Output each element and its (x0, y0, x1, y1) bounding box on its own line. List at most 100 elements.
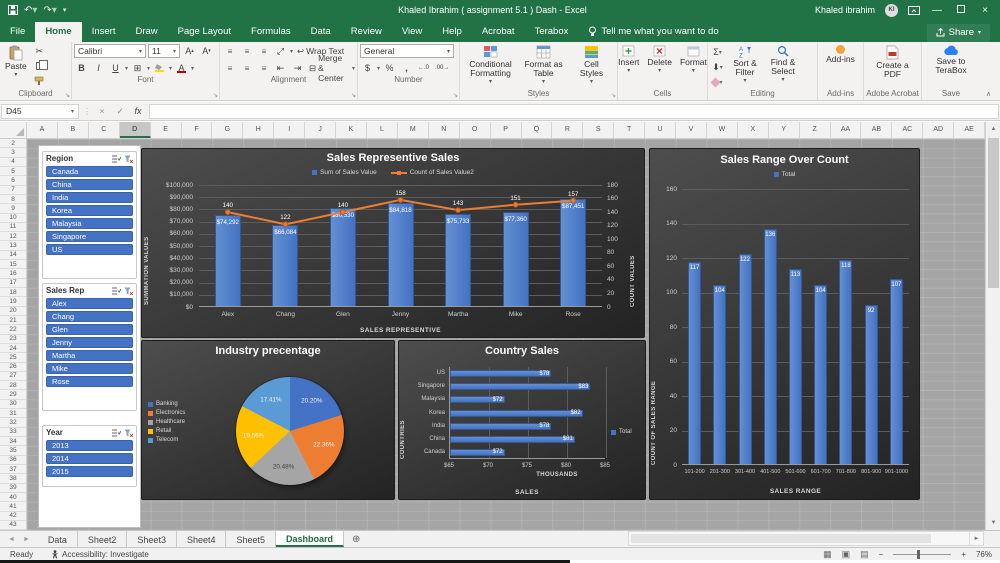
orientation-button[interactable]: ⤢ (273, 44, 288, 58)
column-header-C[interactable]: C (89, 122, 120, 138)
slicer-item-glen[interactable]: Glen (46, 324, 133, 335)
row-header-28[interactable]: 28 (0, 381, 26, 391)
ribbon-tab-draw[interactable]: Draw (125, 22, 167, 42)
row-header-39[interactable]: 39 (0, 484, 26, 493)
row-header-5[interactable]: 5 (0, 167, 26, 177)
horizontal-scrollbar[interactable]: ► (628, 531, 984, 546)
ribbon-tab-insert[interactable]: Insert (82, 22, 126, 42)
font-color-caret[interactable]: ▾ (191, 65, 194, 72)
column-header-AA[interactable]: AA (831, 122, 862, 138)
merge-center-button[interactable]: ⊟ Merge & Center (307, 53, 350, 83)
create-pdf-button[interactable]: Create a PDF (866, 44, 919, 89)
collapse-ribbon-button[interactable]: ∧ (980, 90, 997, 100)
find-select-button[interactable]: Find & Select ▾ (765, 44, 801, 89)
row-header-12[interactable]: 12 (0, 232, 26, 242)
row-header-40[interactable]: 40 (0, 493, 26, 503)
column-header-Q[interactable]: Q (522, 122, 553, 138)
column-header-H[interactable]: H (243, 122, 275, 138)
accounting-caret[interactable]: ▾ (377, 65, 380, 72)
slicer-item-jenny[interactable]: Jenny (46, 337, 133, 348)
slicer-item-singapore[interactable]: Singapore (46, 231, 133, 242)
column-header-J[interactable]: J (305, 122, 337, 138)
row-header-30[interactable]: 30 (0, 400, 26, 410)
page-layout-view-icon[interactable]: ▣ (842, 549, 851, 560)
row-header-33[interactable]: 33 (0, 428, 26, 437)
multi-select-icon[interactable] (112, 429, 121, 437)
column-header-M[interactable]: M (398, 122, 429, 138)
column-header-K[interactable]: K (336, 122, 367, 138)
row-header-22[interactable]: 22 (0, 325, 26, 335)
row-header-3[interactable]: 3 (0, 148, 26, 158)
accessibility-status[interactable]: Accessibility: Investigate (51, 550, 149, 559)
decrease-decimal-button[interactable]: .00→ (433, 61, 451, 75)
slicer-item-china[interactable]: China (46, 179, 133, 190)
font-dialog-launcher[interactable]: ↘ (213, 92, 218, 99)
row-header-37[interactable]: 37 (0, 465, 26, 475)
column-header-P[interactable]: P (491, 122, 522, 138)
align-middle-icon[interactable]: ≡ (239, 44, 254, 58)
delete-cells-button[interactable]: Delete ▾ (644, 44, 675, 89)
slicer-item-2015[interactable]: 2015 (46, 466, 133, 477)
row-header-35[interactable]: 35 (0, 446, 26, 456)
borders-caret[interactable]: ▾ (147, 65, 150, 72)
zoom-in-icon[interactable]: + (961, 550, 966, 559)
number-format-select[interactable]: General ▾ (360, 44, 454, 58)
merge-center-caret[interactable]: ▾ (352, 65, 355, 72)
column-header-T[interactable]: T (614, 122, 646, 138)
ribbon-tab-view[interactable]: View (392, 22, 432, 42)
column-header-AB[interactable]: AB (861, 122, 893, 138)
avatar[interactable]: KI (885, 3, 898, 17)
row-header-41[interactable]: 41 (0, 502, 26, 512)
row-header-26[interactable]: 26 (0, 363, 26, 372)
sheet-tab-dashboard[interactable]: Dashboard (276, 531, 345, 547)
save-icon[interactable] (8, 5, 18, 15)
column-header-O[interactable]: O (460, 122, 491, 138)
multi-select-icon[interactable] (112, 155, 121, 163)
slicer-item-chang[interactable]: Chang (46, 311, 133, 322)
borders-button[interactable]: ⊞ (130, 61, 145, 75)
share-button[interactable]: Share ▾ (926, 24, 990, 42)
column-header-V[interactable]: V (676, 122, 707, 138)
column-header-S[interactable]: S (583, 122, 615, 138)
row-header-38[interactable]: 38 (0, 474, 26, 484)
chart-sales-representative[interactable]: Sales Representive Sales Sum of Sales Val… (141, 148, 645, 338)
row-header-31[interactable]: 31 (0, 409, 26, 419)
sheet-tab-sheet4[interactable]: Sheet4 (177, 531, 227, 547)
minimize-button[interactable]: — (930, 5, 944, 16)
comma-style-button[interactable]: , (399, 61, 414, 75)
user-name[interactable]: Khaled ibrahim (815, 5, 875, 15)
vertical-scrollbar[interactable]: ▲ ▼ (985, 122, 1000, 530)
bar-701-800[interactable] (839, 260, 853, 464)
bar-501-600[interactable] (789, 269, 802, 464)
increase-indent-button[interactable]: ⇥ (290, 61, 305, 75)
grow-font-button[interactable]: A ▴ (182, 44, 197, 58)
column-header-AD[interactable]: AD (923, 122, 955, 138)
bar-801-900[interactable] (864, 305, 878, 464)
normal-view-icon[interactable]: ▦ (823, 549, 832, 560)
horizontal-scroll-thumb[interactable] (631, 534, 931, 543)
column-header-F[interactable]: F (182, 122, 213, 138)
row-header-18[interactable]: 18 (0, 288, 26, 298)
conditional-formatting-button[interactable]: Conditional Formatting ▾ (464, 44, 518, 89)
align-right-icon[interactable]: ≡ (256, 61, 271, 75)
row-header-17[interactable]: 17 (0, 279, 26, 288)
decrease-indent-button[interactable]: ⇤ (273, 61, 288, 75)
ribbon-tab-home[interactable]: Home (35, 22, 82, 42)
column-header-L[interactable]: L (367, 122, 398, 138)
column-header-AC[interactable]: AC (892, 122, 924, 138)
page-break-view-icon[interactable]: ▤ (860, 549, 869, 560)
scroll-right-icon[interactable]: ► (969, 532, 983, 545)
sheet-tab-sheet2[interactable]: Sheet2 (78, 531, 128, 547)
ribbon-tab-review[interactable]: Review (341, 22, 392, 42)
confirm-entry-icon[interactable]: ✓ (113, 106, 127, 117)
slicer-item-rose[interactable]: Rose (46, 376, 133, 387)
clear-filter-icon[interactable] (124, 155, 133, 163)
align-top-icon[interactable]: ≡ (222, 44, 237, 58)
scroll-down-icon[interactable]: ▼ (986, 516, 1000, 530)
row-header-29[interactable]: 29 (0, 390, 26, 400)
column-header-R[interactable]: R (552, 122, 584, 138)
align-left-icon[interactable]: ≡ (222, 61, 237, 75)
ribbon-tab-page-layout[interactable]: Page Layout (168, 22, 241, 42)
bar-101-200[interactable] (688, 262, 702, 464)
italic-button[interactable]: I (91, 61, 106, 75)
